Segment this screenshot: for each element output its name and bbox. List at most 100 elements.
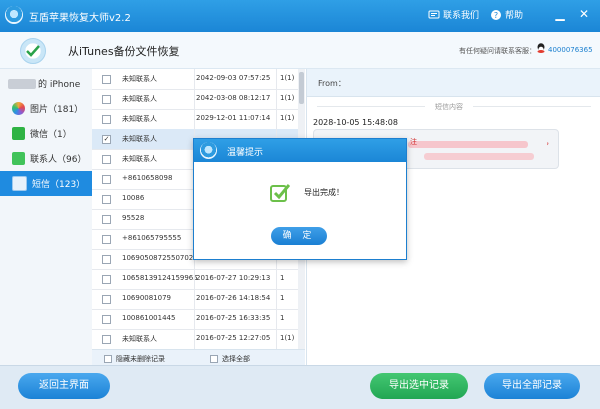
app-logo-icon	[200, 142, 217, 159]
back-home-button[interactable]: 返回主界面	[18, 373, 110, 399]
row-checkbox[interactable]	[102, 275, 111, 284]
device-label: 的 iPhone	[38, 80, 81, 90]
message-fragment: ，	[546, 138, 553, 146]
list-item[interactable]: 100861001445 2016-07-25 16:33:35 1	[92, 309, 298, 330]
svg-text:?: ?	[494, 11, 498, 20]
contact-name: 未知联系人	[122, 155, 157, 163]
notice-dialog: 温馨提示 导出完成！ 确 定	[193, 138, 407, 260]
sidebar-item-wechat[interactable]: 微信（1）	[0, 121, 92, 146]
row-checkbox[interactable]	[102, 235, 111, 244]
message-time: 2016-07-26 14:18:54	[196, 294, 271, 302]
row-checkbox[interactable]	[102, 295, 111, 304]
list-item[interactable]: 未知联系人 2042-03-08 08:12:17 1(1)	[92, 89, 298, 110]
row-checkbox[interactable]	[102, 255, 111, 264]
list-item[interactable]: 10690081079 2016-07-26 14:18:54 1	[92, 289, 298, 310]
redacted-text	[424, 153, 534, 160]
message-count: 1	[280, 314, 285, 322]
checkbox-box	[210, 355, 218, 363]
contact-name: 未知联系人	[122, 335, 157, 343]
message-time: 2016-07-27 10:29:13	[196, 274, 271, 282]
list-item[interactable]: 未知联系人 2042-09-03 07:57:25 1(1)	[92, 69, 298, 90]
sidebar-item-label: 联系人（96）	[30, 155, 87, 165]
row-checkbox[interactable]	[102, 335, 111, 344]
sidebar-item-label: 短信（123）	[32, 180, 86, 190]
message-count: 1(1)	[280, 94, 295, 102]
row-checkbox[interactable]	[102, 315, 111, 324]
contact-name: 10086	[122, 194, 145, 202]
list-footer: 隐藏未删除记录 选择全部	[92, 349, 305, 366]
list-item[interactable]: 未知联系人 2016-07-25 12:27:05 1(1)	[92, 329, 298, 349]
photos-icon	[12, 102, 25, 115]
close-button[interactable]: ✕	[576, 6, 592, 22]
contact-name: 未知联系人	[122, 115, 157, 123]
contact-us-label: 联系我们	[443, 11, 480, 21]
message-time: 2029-12-01 11:07:14	[196, 114, 271, 122]
support-qq-link[interactable]: 4000076365	[548, 46, 593, 54]
row-checkbox[interactable]	[102, 175, 111, 184]
row-checkbox[interactable]	[102, 95, 111, 104]
qq-icon	[537, 43, 545, 53]
export-all-button[interactable]: 导出全部记录	[484, 373, 580, 399]
select-all-checkbox[interactable]: 选择全部	[210, 354, 250, 364]
list-item[interactable]: 未知联系人 2029-12-01 11:07:14 1(1)	[92, 109, 298, 130]
dialog-message: 导出完成！	[304, 188, 344, 197]
app-logo-icon	[5, 6, 23, 24]
message-time: 2042-09-03 07:57:25	[196, 74, 271, 82]
contact-name: 100861001445	[122, 314, 176, 322]
mode-title: 从iTunes备份文件恢复	[68, 45, 180, 58]
sidebar-item-photos[interactable]: 图片（181）	[0, 96, 92, 121]
list-item[interactable]: 106581391241599653 2016-07-27 10:29:13 1	[92, 269, 298, 290]
device-name-redacted	[8, 78, 36, 89]
minimize-button[interactable]: ▁	[552, 6, 568, 22]
message-count: 1	[280, 294, 285, 302]
contact-name: 未知联系人	[122, 95, 157, 103]
contact-name: 106905087255070205	[122, 254, 198, 262]
ok-button[interactable]: 确 定	[271, 227, 327, 245]
checkbox-box	[104, 355, 112, 363]
message-date: 2028-10-05 15:48:08	[313, 118, 398, 127]
message-fragment: 注	[410, 138, 417, 146]
contact-name: 10690081079	[122, 294, 171, 302]
device-item[interactable]: 的 iPhone	[0, 71, 92, 96]
message-count: 1(1)	[280, 114, 295, 122]
message-time: 2016-07-25 16:33:35	[196, 314, 271, 322]
title-bar: 互盾苹果恢复大师v2.2 联系我们 ? 帮助 ▁ ✕	[0, 0, 600, 32]
message-count: 1(1)	[280, 334, 295, 342]
row-checkbox[interactable]	[102, 215, 111, 224]
list-scroll-thumb[interactable]	[299, 72, 304, 104]
select-all-label: 选择全部	[222, 355, 250, 363]
section-label: 短信内容	[435, 103, 463, 111]
contacts-icon	[12, 152, 25, 165]
help-label: 帮助	[505, 11, 524, 21]
help-button[interactable]: ? 帮助	[490, 8, 523, 21]
sms-icon	[12, 176, 27, 191]
contact-name: 95528	[122, 214, 145, 222]
contact-name: 106581391241599653	[122, 274, 198, 282]
sidebar-item-label: 图片（181）	[30, 105, 84, 115]
row-checkbox[interactable]	[102, 195, 111, 204]
divider	[473, 106, 591, 107]
message-count: 1	[280, 274, 285, 282]
redacted-text	[408, 141, 528, 148]
wechat-icon	[12, 127, 25, 140]
contact-name: +8610658098	[122, 174, 173, 182]
divider	[317, 106, 425, 107]
contact-name: 未知联系人	[122, 135, 157, 143]
row-checkbox[interactable]	[102, 155, 111, 164]
dialog-header: 温馨提示	[194, 139, 406, 162]
row-checkbox[interactable]	[102, 75, 111, 84]
contact-icon	[428, 10, 440, 18]
mode-header: 从iTunes备份文件恢复 有任何疑问请联系客服： 4000076365	[0, 32, 600, 69]
export-selected-button[interactable]: 导出选中记录	[370, 373, 468, 399]
message-count: 1(1)	[280, 74, 295, 82]
row-checkbox[interactable]: ✓	[102, 135, 111, 144]
contact-name: 未知联系人	[122, 75, 157, 83]
contact-us-button[interactable]: 联系我们	[428, 8, 479, 21]
from-bar: From：	[307, 69, 600, 97]
category-sidebar: 的 iPhone 图片（181） 微信（1） 联系人（96） 短信（123）	[0, 69, 93, 365]
sidebar-item-sms[interactable]: 短信（123）	[0, 171, 92, 196]
row-checkbox[interactable]	[102, 115, 111, 124]
hide-deleted-checkbox[interactable]: 隐藏未删除记录	[104, 354, 165, 364]
sidebar-item-contacts[interactable]: 联系人（96）	[0, 146, 92, 171]
from-label: From：	[318, 79, 346, 88]
